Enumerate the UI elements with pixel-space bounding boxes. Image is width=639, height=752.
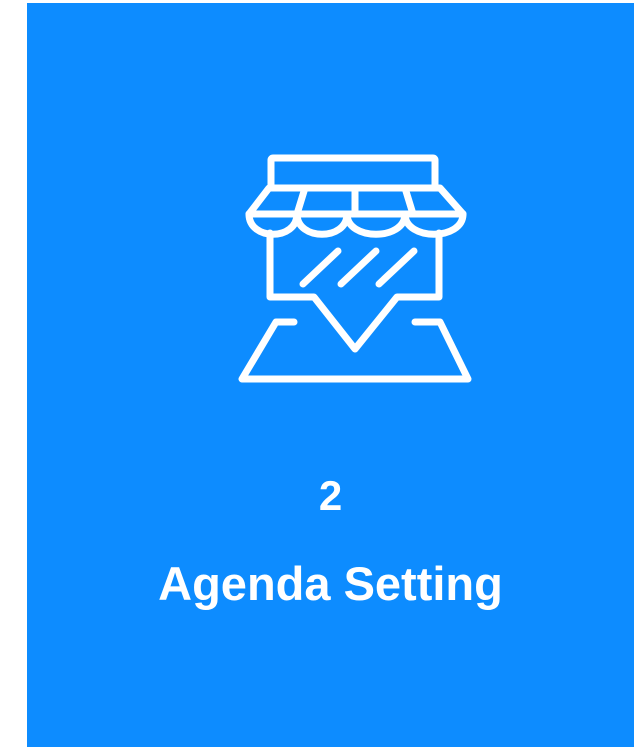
storefront-icon [237, 153, 473, 385]
agenda-setting-card: 2 Agenda Setting [27, 3, 634, 747]
page: 2 Agenda Setting [0, 0, 639, 752]
step-number: 2 [318, 472, 343, 519]
card-title: Agenda Setting [158, 557, 503, 610]
